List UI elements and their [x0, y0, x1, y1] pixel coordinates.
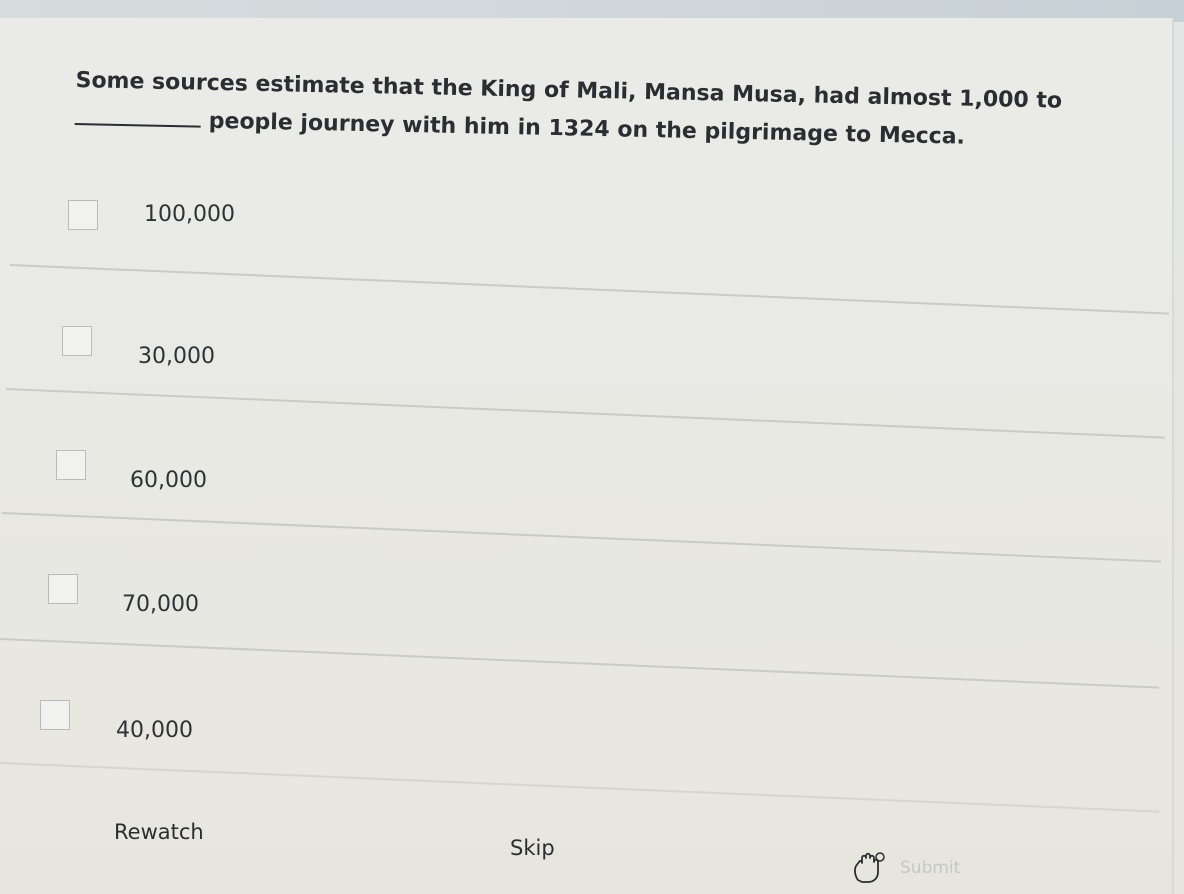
- question-text: Some sources estimate that the King of M…: [74, 62, 1085, 159]
- option-label: 60,000: [130, 468, 207, 493]
- option-row[interactable]: 40,000: [0, 670, 1172, 794]
- option-checkbox[interactable]: [40, 700, 70, 730]
- option-row[interactable]: 100,000: [0, 170, 1172, 294]
- hand-pointer-icon: [850, 850, 890, 890]
- option-row[interactable]: 30,000: [0, 296, 1172, 420]
- answer-blank: [74, 108, 201, 128]
- submit-label: Submit: [900, 858, 961, 878]
- option-label: 30,000: [138, 344, 215, 369]
- option-label: 40,000: [116, 718, 193, 743]
- option-label: 100,000: [144, 202, 235, 227]
- option-checkbox[interactable]: [48, 574, 78, 604]
- submit-button[interactable]: Submit: [850, 850, 990, 886]
- option-label: 70,000: [122, 592, 199, 617]
- option-row[interactable]: 70,000: [0, 544, 1172, 668]
- option-checkbox[interactable]: [68, 200, 98, 230]
- option-checkbox[interactable]: [56, 450, 86, 480]
- skip-button[interactable]: Skip: [510, 836, 555, 860]
- option-row[interactable]: 60,000: [0, 420, 1172, 544]
- question-card: Some sources estimate that the King of M…: [0, 18, 1174, 894]
- rewatch-button[interactable]: Rewatch: [114, 820, 204, 844]
- option-checkbox[interactable]: [62, 326, 92, 356]
- question-line-2: people journey with him in 1324 on the p…: [208, 108, 966, 150]
- question-line-1: Some sources estimate that the King of M…: [75, 67, 1063, 114]
